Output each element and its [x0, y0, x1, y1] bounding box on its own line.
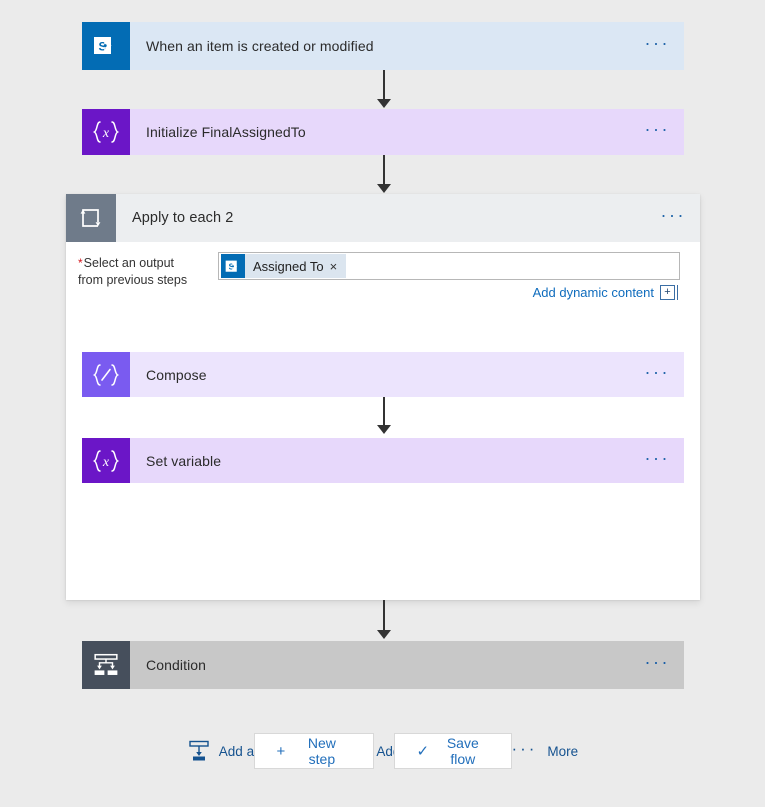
- flow-step-title: Initialize FinalAssignedTo: [146, 124, 306, 140]
- scope-parameter-label-line1: Select an output: [83, 256, 175, 270]
- close-icon[interactable]: ×: [330, 259, 347, 274]
- connector-arrow-icon: [377, 99, 391, 108]
- flow-scope-apply-to-each: Apply to each 2 ··· *Select an output fr…: [66, 194, 700, 761]
- flow-step-title: Set variable: [146, 452, 222, 469]
- connector-arrow-icon: [377, 425, 391, 434]
- add-dynamic-content-link[interactable]: Add dynamic content: [533, 285, 654, 300]
- dynamic-content-token-label: Assigned To: [253, 258, 324, 274]
- add-dynamic-content-row: Add dynamic content +: [218, 285, 680, 300]
- flow-step-condition-body[interactable]: Condition ···: [130, 641, 684, 689]
- svg-text:x: x: [102, 455, 110, 470]
- connector-arrow-icon: [377, 630, 391, 639]
- overflow-menu-icon[interactable]: ···: [661, 206, 686, 225]
- variable-icon: x: [82, 438, 130, 483]
- connector-line: [383, 155, 385, 185]
- overflow-menu-icon[interactable]: ···: [645, 653, 670, 672]
- overflow-menu-icon[interactable]: ···: [645, 120, 670, 139]
- scope-parameter-label-line2: from previous steps: [78, 273, 188, 287]
- flow-step-compose[interactable]: Compose ···: [82, 352, 684, 397]
- add-dynamic-content-bar-icon: [677, 285, 680, 300]
- flow-designer-canvas: S When an item is created or modified ··…: [0, 0, 765, 807]
- flow-step-initialize-variable-body[interactable]: Initialize FinalAssignedTo ···: [130, 109, 684, 155]
- required-field-marker: *: [78, 256, 83, 270]
- new-step-label: New step: [307, 735, 336, 767]
- dynamic-content-token[interactable]: S Assigned To ×: [221, 254, 347, 278]
- scope-parameter-row: *Select an output from previous steps S: [66, 246, 700, 300]
- add-dynamic-content-plus-icon[interactable]: +: [660, 285, 675, 300]
- compose-icon: [82, 352, 130, 397]
- flow-step-title: Condition: [146, 657, 207, 673]
- scope-parameter-label: *Select an output from previous steps: [78, 252, 218, 289]
- sharepoint-icon: S: [221, 254, 245, 278]
- checkmark-icon: ✓: [416, 743, 430, 760]
- connector-line: [383, 70, 385, 100]
- connector-line: [383, 600, 385, 631]
- flow-step-title: Compose: [146, 366, 207, 383]
- save-flow-label: Save flow: [446, 735, 479, 767]
- flow-step-title: Apply to each 2: [132, 210, 234, 226]
- plus-icon: +: [276, 742, 286, 760]
- flow-step-set-variable-body[interactable]: Set variable ···: [130, 438, 684, 483]
- condition-icon: [82, 641, 130, 689]
- flow-step-trigger[interactable]: S When an item is created or modified ··…: [82, 22, 684, 70]
- variable-icon: x: [82, 109, 130, 155]
- flow-step-initialize-variable[interactable]: x Initialize FinalAssignedTo ···: [82, 109, 684, 155]
- flow-scope-header[interactable]: Apply to each 2 ···: [66, 194, 700, 242]
- new-step-button[interactable]: + New step: [253, 733, 374, 769]
- flow-step-title: When an item is created or modified: [146, 38, 374, 54]
- scope-parameter-field-wrap: S Assigned To × Add dynamic content +: [218, 252, 680, 300]
- flow-step-trigger-body[interactable]: When an item is created or modified ···: [130, 22, 684, 70]
- svg-text:x: x: [102, 126, 110, 141]
- overflow-menu-icon[interactable]: ···: [645, 449, 670, 468]
- scope-parameter-input[interactable]: S Assigned To ×: [218, 252, 680, 280]
- flow-step-compose-body[interactable]: Compose ···: [130, 352, 684, 397]
- flow-scope-header-body[interactable]: Apply to each 2 ···: [116, 194, 700, 242]
- flow-step-condition[interactable]: Condition ···: [82, 641, 684, 689]
- sharepoint-icon: S: [82, 22, 130, 70]
- save-flow-button[interactable]: ✓ Save flow: [393, 733, 512, 769]
- overflow-menu-icon[interactable]: ···: [645, 363, 670, 382]
- loop-icon: [66, 194, 116, 242]
- flow-step-set-variable[interactable]: x Set variable ···: [82, 438, 684, 483]
- connector-arrow-icon: [377, 184, 391, 193]
- connector-line: [383, 397, 385, 426]
- overflow-menu-icon[interactable]: ···: [645, 34, 670, 53]
- flow-footer-actions: + New step ✓ Save flow: [0, 733, 765, 769]
